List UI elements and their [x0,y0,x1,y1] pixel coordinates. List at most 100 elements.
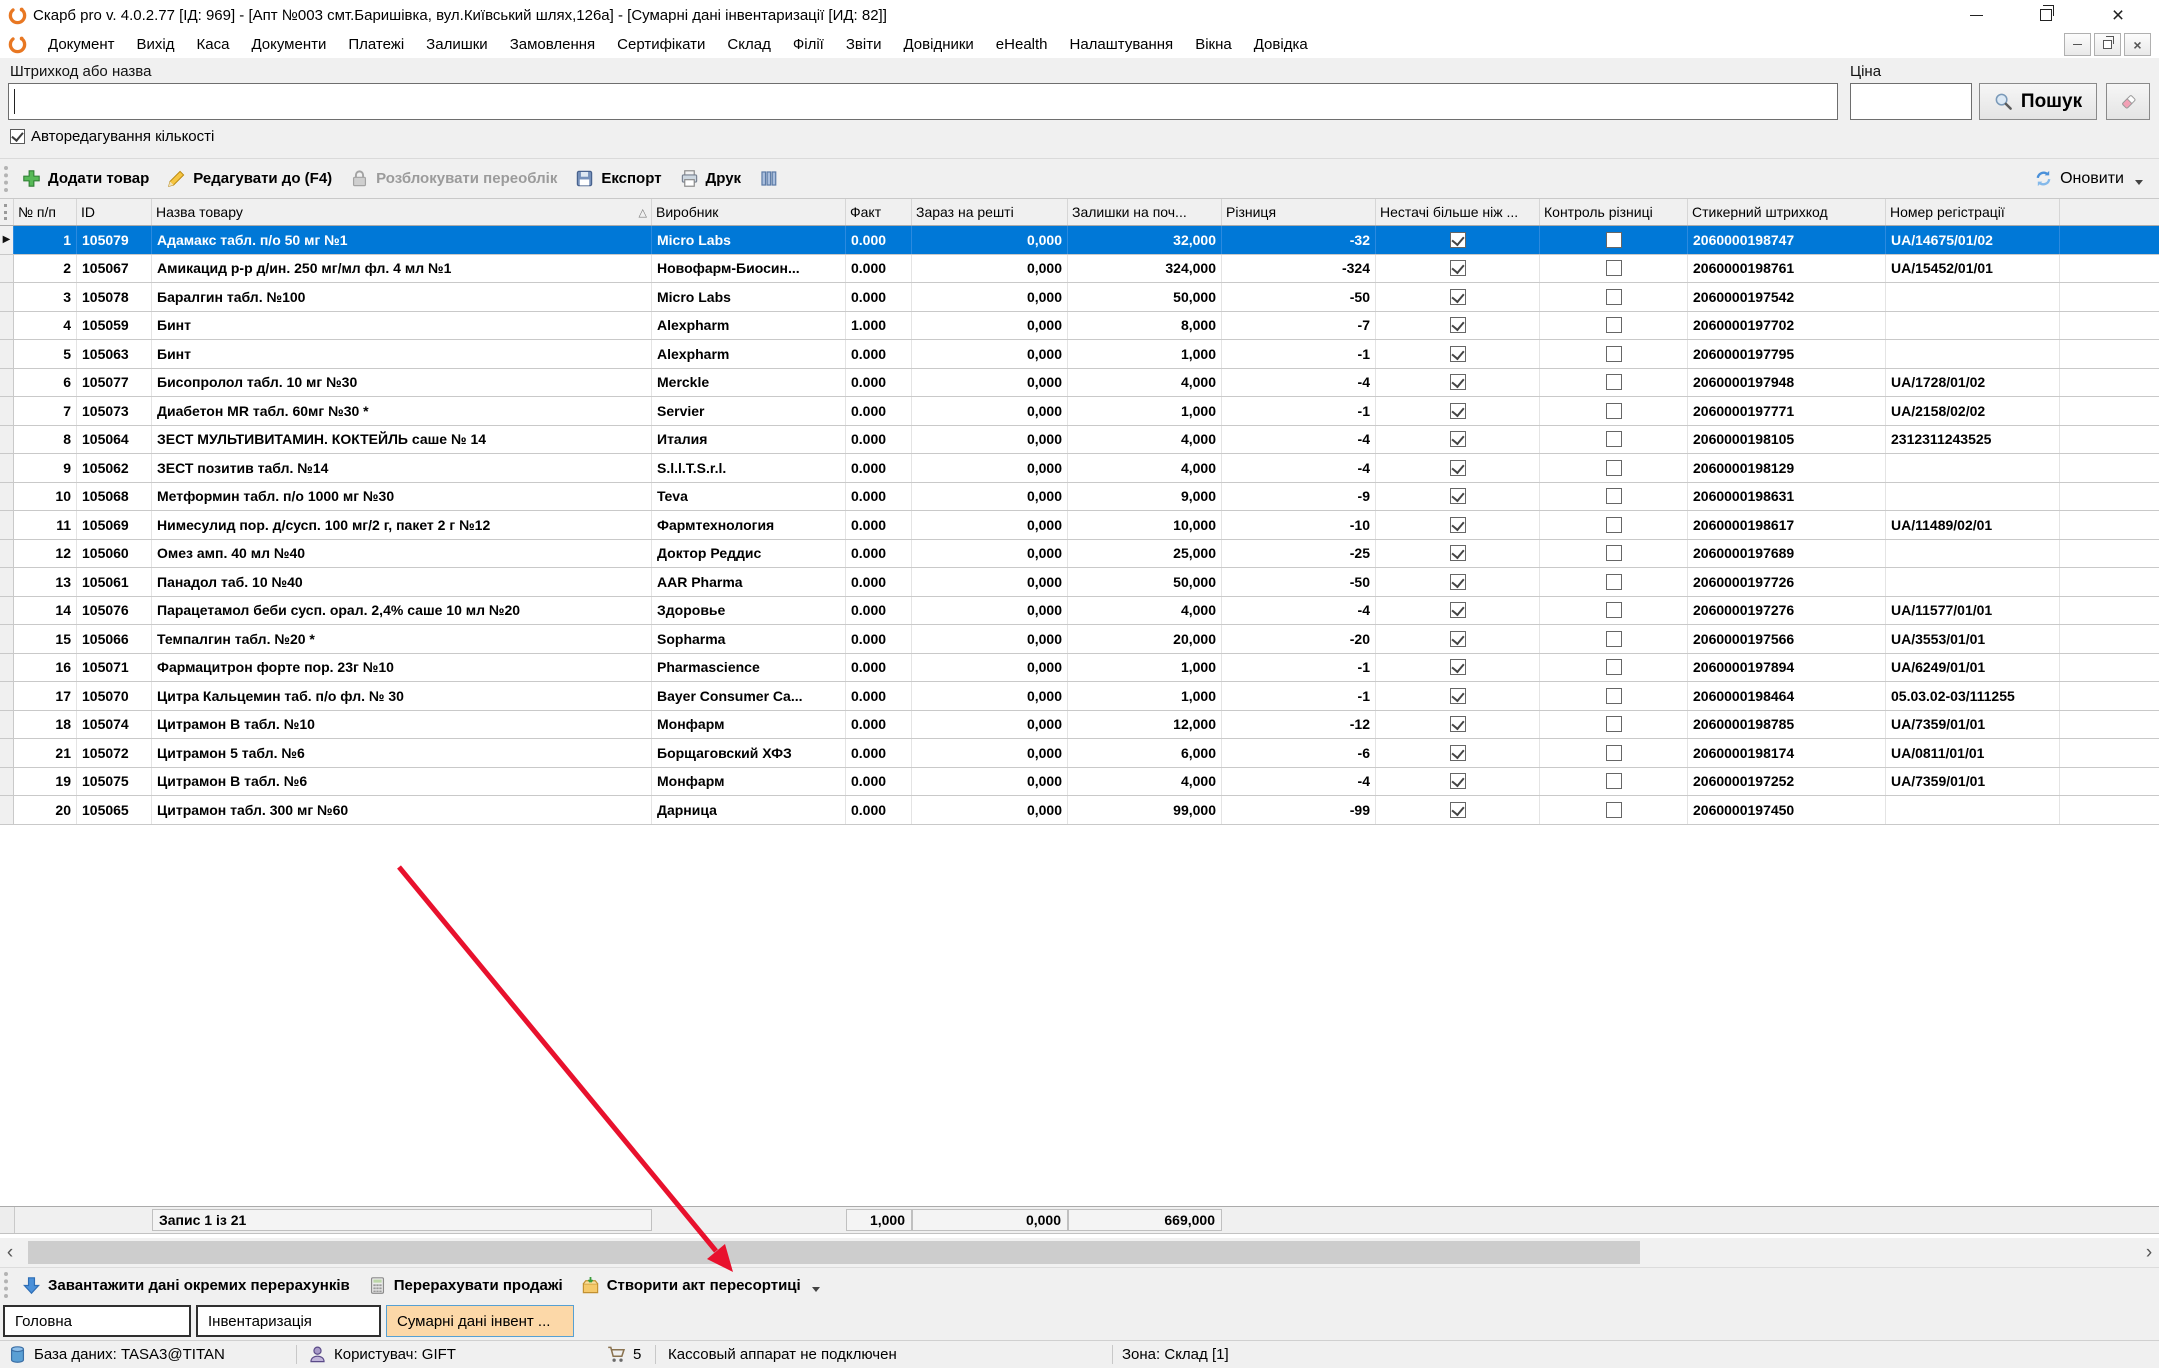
table-row[interactable]: 5105063БинтAlexpharm0.0000,0001,000-1206… [0,340,2159,369]
restore-button[interactable] [2023,0,2069,30]
shortage-checkbox[interactable] [1450,488,1466,504]
control-checkbox[interactable] [1606,631,1622,647]
toolbar-grip[interactable] [4,1272,12,1298]
create-resort-act-button[interactable]: Створити акт пересортиці [581,1276,820,1295]
export-button[interactable]: Експорт [575,169,661,188]
horizontal-scrollbar[interactable]: ‹ › [0,1238,2159,1268]
shortage-checkbox[interactable] [1450,232,1466,248]
shortage-checkbox[interactable] [1450,688,1466,704]
menu-item-windows[interactable]: Вікна [1184,33,1243,56]
control-checkbox[interactable] [1606,260,1622,276]
table-row[interactable]: 14105076Парацетамол беби сусп. орал. 2,4… [0,597,2159,626]
shortage-checkbox[interactable] [1450,574,1466,590]
shortage-checkbox[interactable] [1450,374,1466,390]
control-checkbox[interactable] [1606,602,1622,618]
shortage-checkbox[interactable] [1450,346,1466,362]
col-header-start[interactable]: Залишки на поч... [1068,199,1222,225]
close-button[interactable]: × [2095,0,2141,30]
control-checkbox[interactable] [1606,716,1622,732]
autoedit-checkbox[interactable] [10,129,25,144]
table-row[interactable]: 7105073Диабетон MR табл. 60мг №30 *Servi… [0,397,2159,426]
table-row[interactable]: 13105061Панадол таб. 10 №40AAR Pharma0.0… [0,568,2159,597]
col-header-shortage[interactable]: Нестачі більше ніж ... [1376,199,1540,225]
header-grip[interactable] [0,199,14,225]
shortage-checkbox[interactable] [1450,460,1466,476]
shortage-checkbox[interactable] [1450,745,1466,761]
clear-button[interactable] [2106,83,2150,120]
control-checkbox[interactable] [1606,659,1622,675]
control-checkbox[interactable] [1606,773,1622,789]
control-checkbox[interactable] [1606,802,1622,818]
control-checkbox[interactable] [1606,488,1622,504]
scroll-right-arrow[interactable]: › [2139,1238,2159,1267]
table-row[interactable]: 8105064ЗЕСТ МУЛЬТИВИТАМИН. КОКТЕЙЛЬ саше… [0,426,2159,455]
shortage-checkbox[interactable] [1450,289,1466,305]
col-header-control[interactable]: Контроль різниці [1540,199,1688,225]
col-header-id[interactable]: ID [77,199,152,225]
control-checkbox[interactable] [1606,374,1622,390]
price-input[interactable] [1850,83,1972,120]
unlock-button[interactable]: Розблокувати переоблік [350,169,557,188]
refresh-button[interactable]: Оновити [2034,159,2143,198]
control-checkbox[interactable] [1606,574,1622,590]
menu-item-kasa[interactable]: Каса [186,33,241,56]
shortage-checkbox[interactable] [1450,260,1466,276]
table-row[interactable]: 19105075Цитрамон В табл. №6Монфарм0.0000… [0,768,2159,797]
menu-item-ehealth[interactable]: eHealth [985,33,1059,56]
control-checkbox[interactable] [1606,545,1622,561]
table-row[interactable]: 3105078Баралгин табл. №100Micro Labs0.00… [0,283,2159,312]
shortage-checkbox[interactable] [1450,716,1466,732]
menu-item-document[interactable]: Документ [37,33,126,56]
search-button[interactable]: Пошук [1979,83,2097,120]
control-checkbox[interactable] [1606,745,1622,761]
table-row[interactable]: 6105077Бисопролол табл. 10 мг №30Merckle… [0,369,2159,398]
table-row[interactable]: 21105072Цитрамон 5 табл. №6Борщаговский … [0,739,2159,768]
menu-item-documents[interactable]: Документи [240,33,337,56]
load-recounts-button[interactable]: Завантажити дані окремих перерахунків [22,1276,350,1295]
col-header-fact[interactable]: Факт [846,199,912,225]
mdi-restore-button[interactable] [2094,33,2121,56]
mdi-minimize-button[interactable] [2064,33,2091,56]
control-checkbox[interactable] [1606,346,1622,362]
shortage-checkbox[interactable] [1450,545,1466,561]
menu-item-warehouse[interactable]: Склад [716,33,781,56]
table-row[interactable]: 4105059БинтAlexpharm1.0000,0008,000-7206… [0,312,2159,341]
col-header-name[interactable]: Назва товару △ [152,199,652,225]
control-checkbox[interactable] [1606,232,1622,248]
table-row[interactable]: 9105062ЗЕСТ позитив табл. №14S.l.l.T.S.r… [0,454,2159,483]
menu-item-orders[interactable]: Замовлення [499,33,606,56]
scroll-left-arrow[interactable]: ‹ [0,1238,20,1267]
col-header-diff[interactable]: Різниця [1222,199,1376,225]
control-checkbox[interactable] [1606,317,1622,333]
shortage-checkbox[interactable] [1450,773,1466,789]
print-button[interactable]: Друк [680,169,742,188]
table-row[interactable]: 11105069Нимесулид пор. д/сусп. 100 мг/2 … [0,511,2159,540]
menu-item-help[interactable]: Довідка [1243,33,1319,56]
add-item-button[interactable]: Додати товар [22,169,149,188]
table-row[interactable]: 2105067Амикацид р-р д/ин. 250 мг/мл фл. … [0,255,2159,284]
col-header-producer[interactable]: Виробник [652,199,846,225]
control-checkbox[interactable] [1606,403,1622,419]
menu-item-directories[interactable]: Довідники [892,33,984,56]
col-header-num[interactable]: № п/п [14,199,77,225]
menu-item-settings[interactable]: Налаштування [1059,33,1185,56]
menu-item-payments[interactable]: Платежі [337,33,415,56]
toolbar-grip[interactable] [4,166,12,192]
shortage-checkbox[interactable] [1450,431,1466,447]
control-checkbox[interactable] [1606,460,1622,476]
tab-inventory[interactable]: Інвентаризація [196,1305,381,1337]
shortage-checkbox[interactable] [1450,659,1466,675]
table-row[interactable]: ▶1105079Адамакс табл. п/о 50 мг №1Micro … [0,226,2159,255]
scrollbar-thumb[interactable] [28,1241,1640,1264]
columns-button[interactable] [759,169,778,188]
table-row[interactable]: 12105060Омез амп. 40 мл №40Доктор Реддис… [0,540,2159,569]
menu-item-branches[interactable]: Філії [782,33,835,56]
control-checkbox[interactable] [1606,688,1622,704]
shortage-checkbox[interactable] [1450,602,1466,618]
col-header-reg[interactable]: Номер регістрації [1886,199,2060,225]
shortage-checkbox[interactable] [1450,403,1466,419]
mdi-close-button[interactable]: × [2124,33,2151,56]
shortage-checkbox[interactable] [1450,631,1466,647]
table-row[interactable]: 15105066Темпалгин табл. №20 *Sopharma0.0… [0,625,2159,654]
table-row[interactable]: 20105065Цитрамон табл. 300 мг №60Дарница… [0,796,2159,825]
